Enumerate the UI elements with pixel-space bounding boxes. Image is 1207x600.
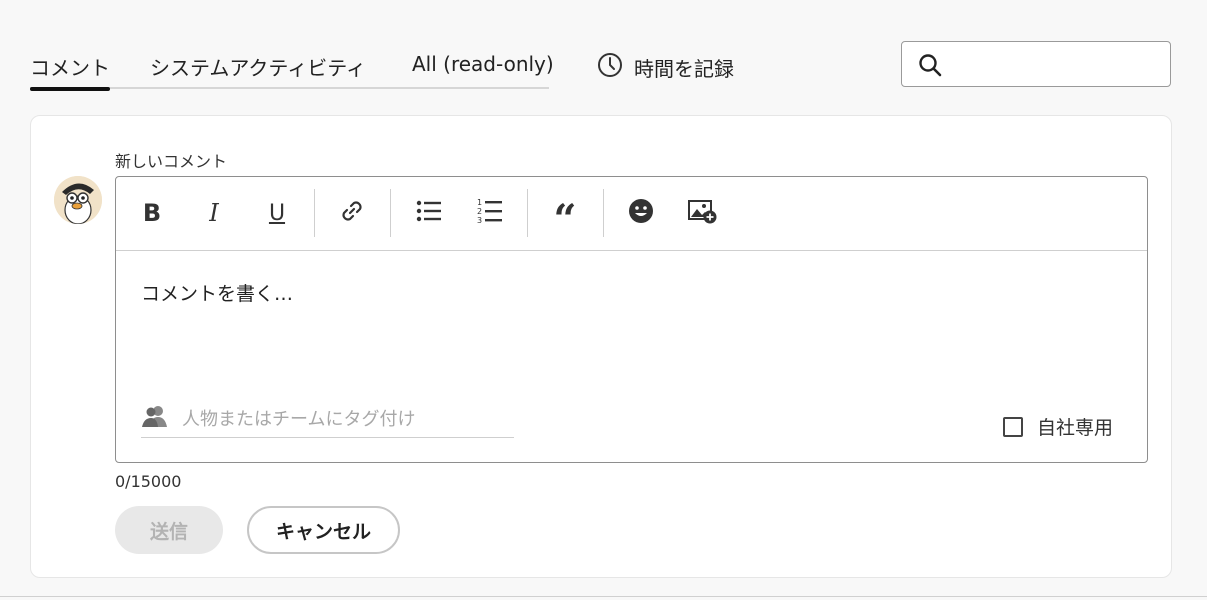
comment-input[interactable]: コメントを書く… [141,279,293,306]
formatting-toolbar: B I U 123 “ [116,177,1147,251]
insert-image-icon [688,198,718,228]
search-input[interactable] [954,48,1163,82]
svg-text:2: 2 [477,207,482,216]
bullet-list-button[interactable] [410,194,448,232]
underline-button[interactable]: U [258,194,296,232]
internal-only-checkbox[interactable] [1003,416,1023,437]
emoji-button[interactable] [622,194,660,232]
tab-all-read-only[interactable]: All (read-only) [412,52,554,76]
bold-icon: B [142,199,162,227]
search-box[interactable] [901,41,1171,87]
log-time-label: 時間を記録 [634,57,734,81]
toolbar-divider [314,189,315,237]
insert-image-button[interactable] [684,194,722,232]
italic-button[interactable]: I [195,194,233,232]
bullet-list-icon [416,199,442,227]
numbered-list-icon: 123 [477,197,503,229]
log-time-button[interactable]: 時間を記録 [597,52,734,83]
search-icon [918,53,942,81]
toolbar-divider [603,189,604,237]
send-button[interactable]: 送信 [115,506,223,554]
underline-icon: U [268,200,286,226]
bold-button[interactable]: B [133,194,171,232]
quote-icon: “ [553,196,577,243]
tag-people-placeholder: 人物またはチームにタグ付け [182,409,416,430]
internal-only-label: 自社専用 [1037,417,1114,439]
toolbar-divider [527,189,528,237]
svg-text:3: 3 [477,216,482,225]
new-comment-heading: 新しいコメント [115,152,228,171]
tab-system-activity[interactable]: システムアクティビティ [150,52,366,81]
svg-text:1: 1 [477,198,482,207]
clock-icon [597,52,623,83]
character-counter: 0/15000 [115,472,182,491]
quote-button[interactable]: “ [546,194,584,240]
numbered-list-button[interactable]: 123 [471,194,509,232]
link-icon [339,198,365,228]
divider [0,596,1207,597]
tab-bar: コメント システムアクティビティ All (read-only) [30,48,554,91]
avatar [54,176,102,224]
italic-icon: I [209,199,219,227]
toolbar-divider [390,189,391,237]
people-icon [141,404,169,432]
comment-editor: B I U 123 “ コメントを書く… 人物またはチームにタグ付け 自社専用 [115,176,1148,463]
cancel-button[interactable]: キャンセル [247,506,400,554]
tag-people-field[interactable]: 人物またはチームにタグ付け [141,399,514,438]
emoji-icon [628,198,654,228]
tab-comments[interactable]: コメント [30,52,110,91]
internal-only-toggle[interactable]: 自社専用 [1003,413,1113,440]
link-button[interactable] [333,194,371,232]
